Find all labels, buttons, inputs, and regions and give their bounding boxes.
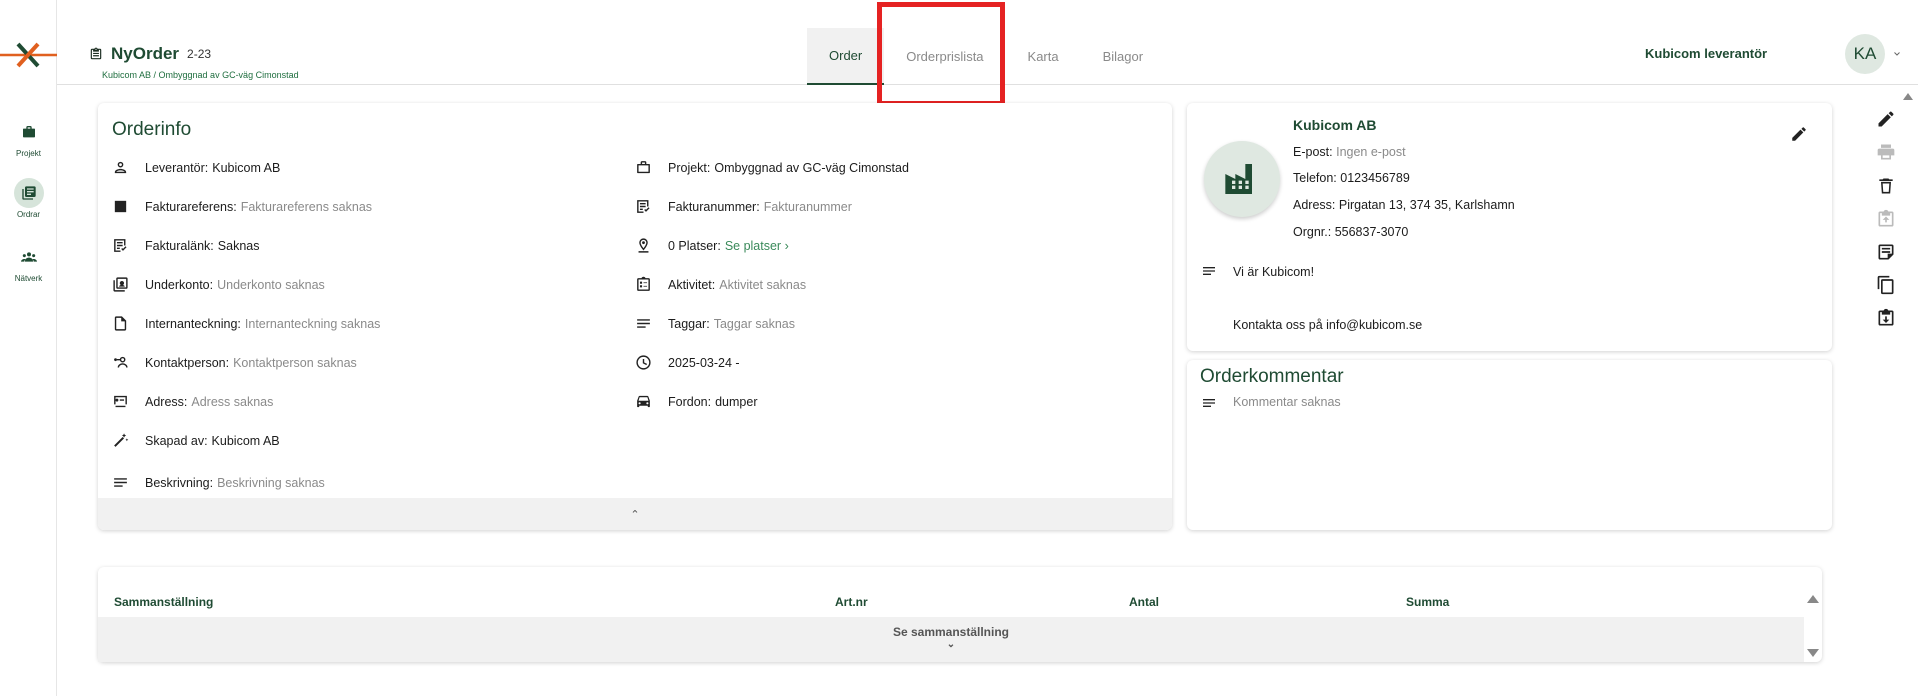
supplier-email: E-post: Ingen e-post (1293, 145, 1406, 159)
note-icon[interactable] (1876, 242, 1896, 262)
supplier-note-line1: Vi är Kubicom! (1233, 265, 1315, 279)
clock-icon (636, 355, 651, 370)
person-icon (114, 161, 127, 174)
field-underkonto: Underkonto: Underkonto saknas (112, 276, 325, 293)
breadcrumb[interactable]: Kubicom AB / Ombyggnad av GC-väg Cimonst… (102, 70, 299, 80)
tab-order[interactable]: Order (807, 28, 885, 85)
chevron-down-icon: ⌄ (946, 639, 956, 650)
column-header-sammanstallning: Sammanställning (114, 595, 214, 609)
text-lines-icon (1203, 399, 1215, 407)
page-title: NyOrder (111, 44, 180, 63)
field-skapad-av: Skapad av: Kubicom AB (112, 432, 280, 449)
clipboard-arrow-icon[interactable] (1876, 308, 1896, 328)
sidebar-item-projekt[interactable]: Projekt (0, 117, 57, 158)
printer-icon (1877, 144, 1895, 160)
see-summary-button[interactable]: Se sammanställning ⌄ (98, 617, 1804, 662)
clipboard-disabled-icon (1878, 209, 1894, 227)
text-lines-icon (114, 478, 127, 487)
scroll-up-icon[interactable] (1902, 90, 1914, 102)
magic-wand-icon (114, 433, 129, 447)
left-rail: Projekt Ordrar Nätverk (0, 0, 57, 696)
sidebar-item-label: Ordrar (16, 210, 41, 219)
supplier-address: Adress: Pirgatan 13, 374 35, Karlshamn (1293, 198, 1515, 212)
briefcase-icon (22, 126, 35, 138)
field-taggar: Taggar: Taggar saknas (635, 315, 795, 332)
comment-card: Orderkommentar Kommentar saknas (1187, 360, 1832, 530)
field-fordon: Fordon: dumper (635, 393, 757, 410)
comment-title: Orderkommentar (1200, 366, 1344, 387)
tab-karta[interactable]: Karta (1006, 28, 1081, 85)
sidebar-item-label: Nätverk (14, 274, 43, 283)
tab-orderprislista[interactable]: Orderprislista (884, 28, 1005, 85)
text-lines-icon (1203, 267, 1215, 275)
field-projekt: Projekt: Ombyggnad av GC-väg Cimonstad (635, 159, 909, 176)
car-icon (637, 395, 650, 408)
network-icon (20, 252, 37, 262)
supplier-name: Kubicom AB (1293, 117, 1377, 133)
scroll-up-icon[interactable] (1806, 593, 1820, 605)
pencil-icon[interactable] (1876, 109, 1896, 129)
logo-icon (0, 42, 57, 68)
copy-icon[interactable] (1876, 275, 1896, 295)
user-name[interactable]: Kubicom leverantör (1645, 46, 1767, 61)
invoice-check-icon (114, 239, 127, 252)
field-kontaktperson: Kontaktperson: Kontaktperson saknas (112, 354, 357, 371)
checklist-icon (637, 276, 650, 291)
field-internanteckning: Internanteckning: Internanteckning saknas (112, 315, 380, 332)
location-pin-icon (638, 238, 649, 253)
clipboard-icon (90, 47, 102, 60)
field-datum: 2025-03-24 - (635, 354, 740, 371)
tab-bilagor[interactable]: Bilagor (1081, 28, 1165, 85)
account-box-icon (113, 277, 128, 292)
pencil-icon[interactable] (1790, 125, 1808, 143)
column-header-antal: Antal (1129, 595, 1159, 609)
field-fakturareferens: Fakturareferens: Fakturareferens saknas (112, 198, 372, 215)
field-adress: Adress: Adress saknas (112, 393, 273, 410)
document-icon (114, 316, 127, 331)
invoice-check-icon (637, 200, 650, 213)
sidebar-item-ordrar[interactable]: Ordrar (0, 178, 57, 219)
orders-icon (21, 186, 36, 200)
page-title-block: NyOrder 2-23 Kubicom AB / Ombyggnad av G… (89, 44, 299, 80)
tab-bar: Order Orderprislista Karta Bilagor (807, 28, 1165, 85)
avatar[interactable]: KA (1845, 34, 1885, 74)
scroll-down-icon[interactable] (1806, 647, 1820, 659)
see-summary-label: Se sammanställning (892, 625, 1010, 639)
field-aktivitet: Aktivitet: Aktivitet saknas (635, 276, 806, 293)
orderinfo-card: Orderinfo Leverantör: Kubicom AB Fakturar… (98, 103, 1172, 530)
field-leverantor: Leverantör: Kubicom AB (112, 159, 280, 176)
chevron-down-icon[interactable] (1891, 48, 1903, 60)
comment-text: Kommentar saknas (1233, 395, 1341, 409)
orderinfo-title: Orderinfo (112, 119, 192, 140)
field-fakturanummer: Fakturanummer: Fakturanummer (635, 198, 852, 215)
see-places-link[interactable]: Se platser › (725, 239, 789, 253)
supplier-avatar (1204, 141, 1280, 217)
supplier-note-line2: Kontakta oss på info@kubicom.se (1233, 318, 1423, 332)
text-lines-icon (637, 319, 650, 328)
sidebar-item-natverk[interactable]: Nätverk (0, 242, 57, 283)
address-card-icon (114, 395, 127, 408)
field-beskrivning: Beskrivning: Beskrivning saknas (112, 474, 325, 491)
expand-orderinfo-button[interactable]: ⌃ (98, 498, 1172, 530)
supplier-orgnr: Orgnr.: 556837-3070 (1293, 225, 1409, 239)
field-fakturalank: Fakturalänk: Saknas (112, 237, 259, 254)
header: NyOrder 2-23 Kubicom AB / Ombyggnad av G… (57, 0, 1918, 85)
summary-table: Sammanställning Art.nr Antal Summa Se sa… (98, 567, 1822, 662)
column-header-artnr: Art.nr (835, 595, 868, 609)
factory-icon (1225, 164, 1252, 194)
trash-icon[interactable] (1876, 176, 1896, 196)
supplier-phone: Telefon: 0123456789 (1293, 171, 1410, 185)
sidebar-item-label: Projekt (16, 149, 41, 158)
column-header-summa: Summa (1406, 595, 1450, 609)
order-number: 2-23 (187, 47, 212, 61)
square-icon (114, 200, 127, 213)
briefcase-outline-icon (637, 161, 650, 174)
field-platser: 0 Platser: Se platser › (635, 237, 789, 254)
supplier-card: Kubicom AB E-post: Ingen e-post Telefon:… (1187, 103, 1832, 351)
contact-person-icon (114, 356, 128, 368)
